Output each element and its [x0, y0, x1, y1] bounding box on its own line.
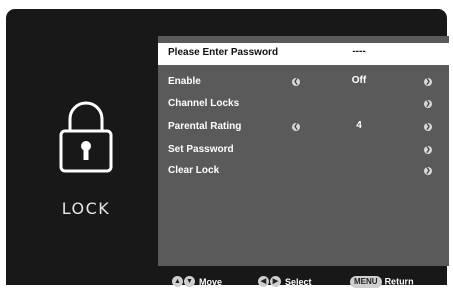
menu-row-channel-locks[interactable]: Channel Locks ❯: [158, 94, 449, 116]
hint-move: ▲ ▼ Move: [172, 276, 222, 290]
arrow-down-icon: ▼: [184, 276, 195, 288]
menu-key-icon: MENU: [350, 276, 382, 288]
arrow-right-icon[interactable]: ❯: [424, 100, 432, 108]
menu-row-label: Clear Lock: [168, 165, 220, 176]
arrow-left-icon: ◀: [258, 276, 269, 288]
menu-row-label: Enable: [168, 76, 201, 87]
menu-row-label: Please Enter Password: [168, 47, 279, 58]
arrow-left-icon[interactable]: ❮: [292, 123, 300, 131]
lock-menu-panel: Please Enter Password ---- Enable ❮ Off …: [158, 36, 449, 266]
menu-row-value: Off: [351, 75, 367, 86]
arrow-right-icon[interactable]: ❯: [424, 78, 432, 86]
menu-row-value: 4: [356, 120, 362, 131]
padlock-icon: [58, 97, 114, 175]
menu-row-label: Set Password: [168, 144, 234, 155]
menu-row-label: Parental Rating: [168, 121, 242, 132]
menu-row-label: Channel Locks: [168, 98, 240, 109]
menu-row-enable[interactable]: Enable ❮ Off ❯: [158, 72, 449, 94]
arrow-right-icon[interactable]: ❯: [424, 167, 432, 175]
hint-return: MENU Return: [350, 276, 414, 290]
arrow-up-icon: ▲: [172, 276, 183, 288]
hint-select: ◀ ▶ Select: [258, 276, 312, 290]
hint-move-label: Move: [199, 276, 223, 287]
menu-row-parental-rating[interactable]: Parental Rating ❮ 4 ❯: [158, 117, 449, 139]
footer-hints: ▲ ▼ Move ◀ ▶ Select MENU Return: [6, 272, 447, 294]
tv-screen: LOCK Please Enter Password ---- Enable ❮…: [6, 9, 449, 288]
menu-row-clear-lock[interactable]: Clear Lock ❯: [158, 161, 449, 183]
arrow-right-icon[interactable]: ❯: [424, 146, 432, 154]
arrow-right-icon: ▶: [270, 276, 281, 288]
hint-select-label: Select: [285, 276, 312, 287]
arrow-left-icon[interactable]: ❮: [292, 78, 300, 86]
menu-row-password[interactable]: Please Enter Password ----: [158, 43, 449, 65]
lock-title: LOCK: [61, 199, 111, 218]
password-input[interactable]: ----: [341, 46, 377, 57]
arrow-right-icon[interactable]: ❯: [424, 123, 432, 131]
menu-row-set-password[interactable]: Set Password ❯: [158, 140, 449, 162]
